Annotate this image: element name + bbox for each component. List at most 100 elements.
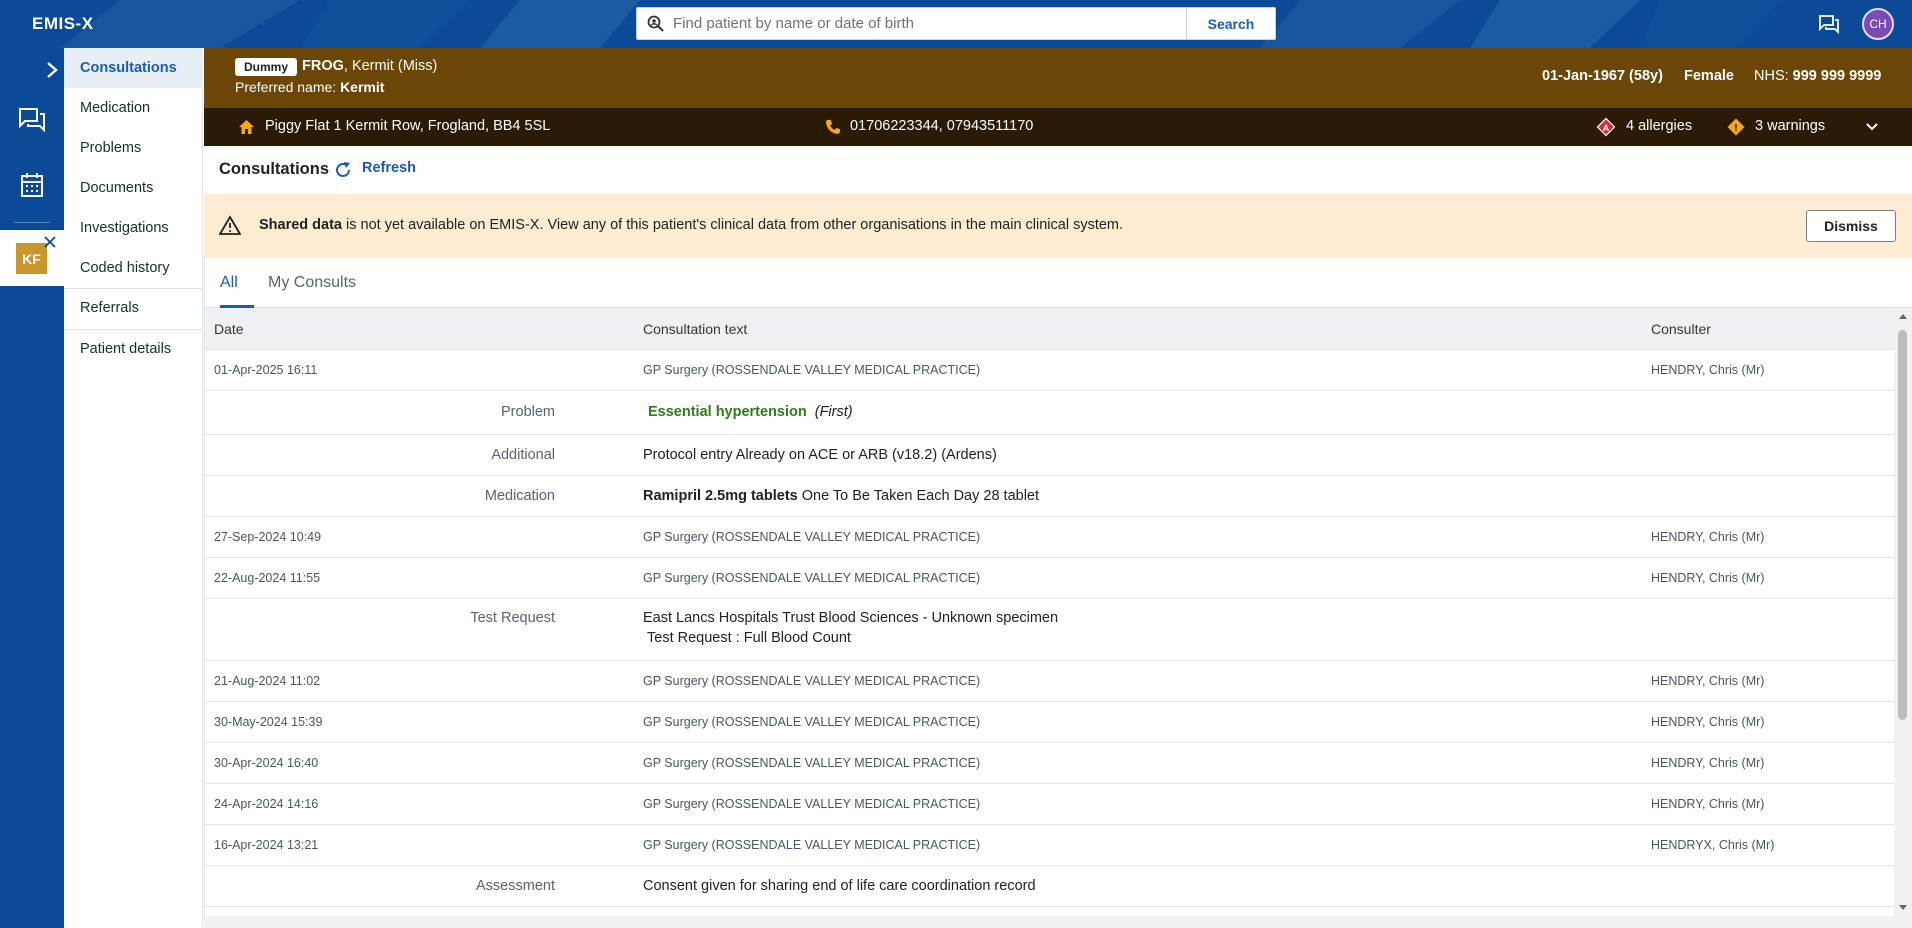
entry-detail: Consent given for sharing end of life ca…: [643, 878, 1036, 894]
nav-item-coded-history[interactable]: Coded history: [64, 248, 203, 288]
nhs-label: NHS:: [1754, 68, 1789, 84]
nhs-number: 999 999 9999: [1792, 68, 1882, 84]
tab-my-consults[interactable]: My Consults: [268, 258, 356, 308]
nav-item-referrals[interactable]: Referrals: [64, 288, 203, 328]
patient-address: Piggy Flat 1 Kermit Row, Frogland, BB4 5…: [265, 118, 551, 134]
user-avatar[interactable]: CH: [1862, 8, 1894, 40]
consultation-consulter: HENDRY, Chris (Mr): [1651, 715, 1765, 729]
chat-icon[interactable]: [18, 106, 46, 132]
consultation-organisation: GP Surgery (ROSSENDALE VALLEY MEDICAL PR…: [643, 571, 981, 585]
consultation-entry-assessment[interactable]: Assessment Consent given for sharing end…: [205, 866, 1894, 907]
page-title: Consultations: [219, 160, 329, 178]
consultation-entry-medication[interactable]: Medication Ramipril 2.5mg tablets One To…: [205, 476, 1894, 517]
column-header-consulter[interactable]: Consulter: [1651, 321, 1711, 337]
consultation-organisation: GP Surgery (ROSSENDALE VALLEY MEDICAL PR…: [643, 756, 981, 770]
calendar-icon[interactable]: [20, 172, 44, 198]
consultation-organisation: GP Surgery (ROSSENDALE VALLEY MEDICAL PR…: [643, 674, 981, 688]
consultation-tabs: All My Consults: [204, 258, 1912, 308]
nav-item-consultations[interactable]: Consultations: [64, 48, 203, 88]
top-bar: EMIS-X Search CH: [0, 0, 1912, 48]
consultation-consulter: HENDRY, Chris (Mr): [1651, 363, 1765, 377]
entry-detail: Protocol entry Already on ACE or ARB (v1…: [643, 447, 997, 463]
problem-qualifier: (First): [814, 404, 853, 420]
consultation-entry-problem[interactable]: Problem Essential hypertension (First): [205, 391, 1894, 435]
chevron-right-icon[interactable]: [44, 60, 60, 80]
consultation-organisation: GP Surgery (ROSSENDALE VALLEY MEDICAL PR…: [643, 838, 981, 852]
close-icon[interactable]: [44, 236, 56, 248]
refresh-button[interactable]: Refresh: [362, 160, 416, 176]
medication-name: Ramipril 2.5mg tablets: [643, 488, 798, 504]
patient-contact-bar: Piggy Flat 1 Kermit Row, Frogland, BB4 5…: [204, 108, 1912, 146]
app-logo[interactable]: EMIS-X: [32, 14, 94, 34]
tab-all[interactable]: All: [220, 258, 254, 308]
consultation-organisation: GP Surgery (ROSSENDALE VALLEY MEDICAL PR…: [643, 363, 981, 377]
entry-detail: Ramipril 2.5mg tablets One To Be Taken E…: [643, 488, 1039, 504]
warnings-count[interactable]: 3 warnings: [1755, 118, 1825, 134]
consultation-row[interactable]: 30-May-2024 15:39 GP Surgery (ROSSENDALE…: [205, 702, 1894, 743]
patient-gender: Female: [1684, 68, 1734, 84]
preferred-name: Preferred name: Kermit: [235, 79, 384, 95]
entry-label: Assessment: [476, 878, 555, 894]
consultation-row[interactable]: 21-Aug-2024 11:02 GP Surgery (ROSSENDALE…: [205, 661, 1894, 702]
patient-initials-badge[interactable]: KF: [16, 243, 47, 274]
dismiss-button[interactable]: Dismiss: [1806, 210, 1896, 242]
column-header-consultation-text[interactable]: Consultation text: [643, 321, 747, 337]
table-scrollbar[interactable]: [1894, 308, 1912, 916]
scroll-down-arrow-icon[interactable]: [1899, 905, 1907, 910]
consultation-row[interactable]: 27-Sep-2024 10:49 GP Surgery (ROSSENDALE…: [205, 517, 1894, 558]
consultation-consulter: HENDRY, Chris (Mr): [1651, 674, 1765, 688]
entry-label: Problem: [501, 404, 555, 420]
consultation-row[interactable]: 22-Aug-2024 11:55 GP Surgery (ROSSENDALE…: [205, 558, 1894, 599]
consultation-consulter: HENDRYX, Chris (Mr): [1651, 838, 1775, 852]
search-input[interactable]: [636, 7, 1186, 40]
patient-record-nav: Consultations Medication Problems Docume…: [64, 48, 203, 928]
messages-icon[interactable]: [1818, 13, 1840, 35]
alert-message: Shared data is not yet available on EMIS…: [259, 217, 1123, 233]
consultation-date: 30-Apr-2024 16:40: [214, 756, 319, 770]
consultation-date: 01-Apr-2025 16:11: [214, 363, 318, 377]
consultation-row[interactable]: 16-Apr-2024 13:21 GP Surgery (ROSSENDALE…: [205, 825, 1894, 866]
consultation-row[interactable]: 01-Apr-2025 16:11 GP Surgery (ROSSENDALE…: [205, 350, 1894, 391]
warning-icon[interactable]: !: [1726, 117, 1746, 137]
consultation-entry-additional[interactable]: Additional Protocol entry Already on ACE…: [205, 435, 1894, 476]
nav-item-investigations[interactable]: Investigations: [64, 208, 203, 248]
patient-nhs: NHS: 999 999 9999: [1754, 68, 1881, 84]
consultation-entry-test-request[interactable]: Test Request East Lancs Hospitals Trust …: [205, 599, 1894, 661]
scroll-thumb[interactable]: [1898, 330, 1907, 720]
preferred-name-label: Preferred name:: [235, 79, 337, 95]
allergies-count[interactable]: 4 allergies: [1626, 118, 1692, 134]
nav-item-documents[interactable]: Documents: [64, 168, 203, 208]
consultation-row[interactable]: 24-Apr-2024 14:16 GP Surgery (ROSSENDALE…: [205, 784, 1894, 825]
scroll-up-arrow-icon[interactable]: [1899, 314, 1907, 319]
open-patient-tab[interactable]: KF: [0, 230, 64, 286]
consultation-organisation: GP Surgery (ROSSENDALE VALLEY MEDICAL PR…: [643, 797, 981, 811]
consultations-table: Date Consultation text Consulter 01-Apr-…: [204, 308, 1894, 916]
phone-icon: [826, 120, 840, 134]
patient-search-icon: [647, 15, 664, 32]
nav-item-problems[interactable]: Problems: [64, 128, 203, 168]
patient-dob: 01-Jan-1967 (58y): [1542, 68, 1663, 84]
consultation-date: 16-Apr-2024 13:21: [214, 838, 319, 852]
patient-given-name: , Kermit (Miss): [343, 58, 438, 74]
entry-label: Medication: [484, 488, 555, 504]
search-button[interactable]: Search: [1186, 7, 1276, 40]
problem-name[interactable]: Essential hypertension: [648, 404, 807, 420]
consultation-row[interactable]: 30-Apr-2024 16:40 GP Surgery (ROSSENDALE…: [205, 743, 1894, 784]
entry-label: Test Request: [470, 610, 555, 626]
nav-item-medication[interactable]: Medication: [64, 88, 203, 128]
entry-detail: Essential hypertension (First): [643, 404, 853, 420]
refresh-icon[interactable]: [333, 160, 353, 180]
chevron-down-icon[interactable]: [1864, 120, 1880, 134]
column-header-date[interactable]: Date: [214, 321, 244, 337]
patient-name: FROG, Kermit (Miss): [302, 58, 437, 74]
patient-phones: 01706223344, 07943511170: [850, 118, 1034, 134]
patient-banner: Dummy FROG, Kermit (Miss) Preferred name…: [204, 48, 1912, 108]
entry-label: Additional: [491, 447, 555, 463]
svg-text:!: !: [1734, 123, 1737, 134]
dummy-patient-badge: Dummy: [235, 58, 298, 76]
consultation-date: 21-Aug-2024 11:02: [214, 674, 321, 688]
allergy-icon[interactable]: A: [1596, 117, 1616, 137]
svg-text:A: A: [1603, 123, 1610, 133]
table-header: Date Consultation text Consulter: [205, 308, 1894, 350]
nav-item-patient-details[interactable]: Patient details: [64, 329, 203, 369]
